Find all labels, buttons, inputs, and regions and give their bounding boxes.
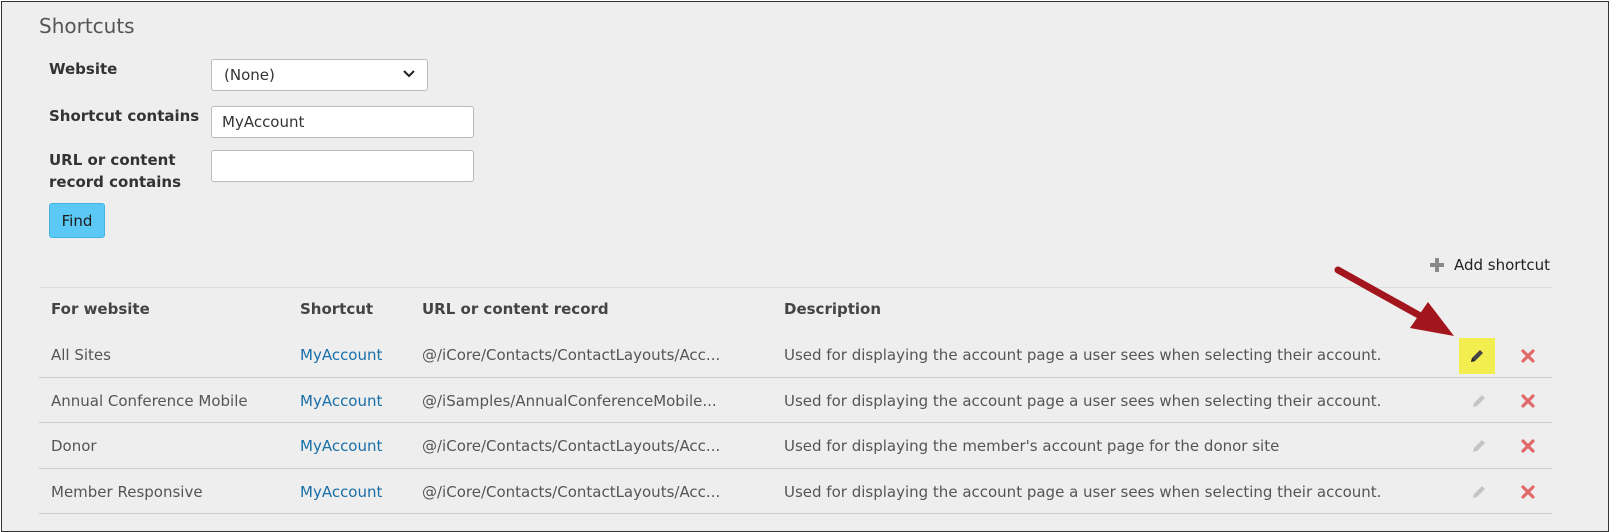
row-shortcut-link[interactable]: MyAccount [300,469,382,514]
x-icon [1521,394,1535,408]
shortcut-contains-input[interactable]: MyAccount [211,106,474,138]
x-icon [1521,439,1535,453]
table-top-divider [39,287,1552,288]
row-website: Annual Conference Mobile [51,391,248,410]
add-shortcut-label: Add shortcut [1454,256,1550,274]
url-contains-label-line1: URL or content [49,151,176,169]
pencil-icon [1473,486,1485,498]
pencil-icon [1473,395,1485,407]
shortcut-contains-label: Shortcut contains [49,107,200,125]
find-button[interactable]: Find [49,203,105,238]
row-url: @/iCore/Contacts/ContactLayouts/Acc... [422,345,721,364]
row-url: @/iSamples/AnnualConferenceMobile... [422,391,717,410]
row-website: Donor [51,436,97,455]
url-contains-label: URL or content record contains [49,149,181,193]
x-icon [1521,485,1535,499]
shortcut-contains-value: MyAccount [222,113,305,131]
row-divider [39,513,1552,514]
row-description: Used for displaying the member's account… [784,436,1280,455]
table-row: Annual Conference Mobile MyAccount @/iSa… [39,378,1552,423]
x-icon [1521,349,1535,363]
website-select[interactable]: (None) [211,59,428,91]
row-website: Member Responsive [51,482,203,501]
pencil-icon [1471,350,1483,362]
delete-button[interactable] [1518,391,1538,411]
shortcuts-panel: Shortcuts Website (None) Shortcut contai… [1,1,1609,532]
edit-button[interactable] [1461,383,1497,419]
delete-button[interactable] [1518,436,1538,456]
row-url: @/iCore/Contacts/ContactLayouts/Acc... [422,482,721,501]
row-description: Used for displaying the account page a u… [784,345,1382,364]
table-row: Donor MyAccount @/iCore/Contacts/Contact… [39,423,1552,468]
header-url: URL or content record [422,300,609,318]
row-shortcut-link[interactable]: MyAccount [300,423,382,468]
row-shortcut-link[interactable]: MyAccount [300,332,382,377]
url-contains-input[interactable] [211,150,474,182]
page-title: Shortcuts [39,14,135,38]
row-description: Used for displaying the account page a u… [784,482,1382,501]
edit-button[interactable] [1459,338,1495,374]
row-website: All Sites [51,345,111,364]
edit-button[interactable] [1461,428,1497,464]
website-label: Website [49,60,118,78]
table-row: All Sites MyAccount @/iCore/Contacts/Con… [39,332,1552,377]
row-url: @/iCore/Contacts/ContactLayouts/Acc... [422,436,721,455]
delete-button[interactable] [1518,346,1538,366]
delete-button[interactable] [1518,482,1538,502]
table-row: Member Responsive MyAccount @/iCore/Cont… [39,469,1552,514]
url-contains-label-line2: record contains [49,173,182,191]
header-for-website: For website [51,300,150,318]
red-arrow-annotation [1334,266,1454,336]
row-description: Used for displaying the account page a u… [784,391,1382,410]
chevron-down-icon [403,69,415,81]
edit-button[interactable] [1461,474,1497,510]
row-shortcut-link[interactable]: MyAccount [300,378,382,423]
header-description: Description [784,300,882,318]
header-shortcut: Shortcut [300,300,374,318]
website-select-value: (None) [224,66,275,84]
pencil-icon [1473,440,1485,452]
